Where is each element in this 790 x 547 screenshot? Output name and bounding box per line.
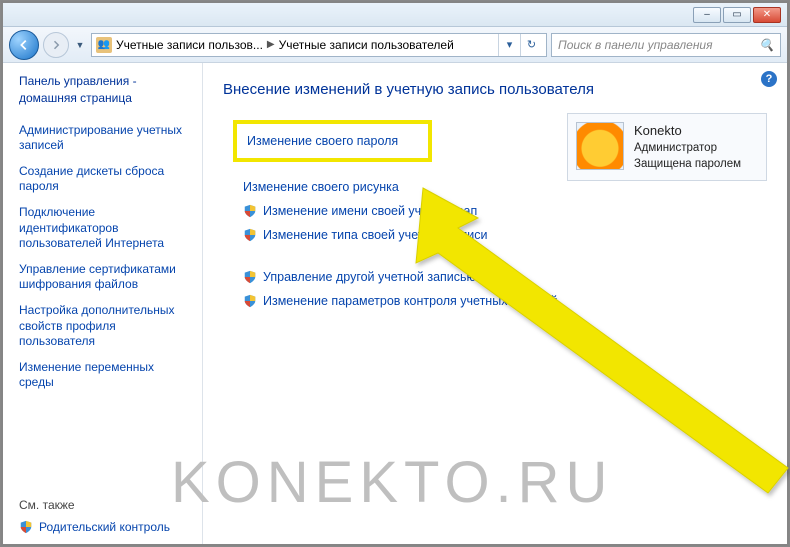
uac-settings-link[interactable]: Изменение параметров контроля учетных за… (243, 294, 767, 308)
navigation-bar: ▼ 👥 Учетные записи пользов... ▶ Учетные … (3, 27, 787, 63)
arrow-right-icon (50, 39, 62, 51)
sidebar-link[interactable]: Настройка дополнительных свойств профиля… (19, 303, 190, 350)
minimize-button[interactable]: – (693, 7, 721, 23)
control-panel-home-link[interactable]: Панель управления - домашняя страница (19, 73, 190, 107)
close-button[interactable]: ✕ (753, 7, 781, 23)
arrow-left-icon (17, 38, 31, 52)
user-account-card: Konekto Администратор Защищена паролем (567, 113, 767, 181)
parental-control-link[interactable]: Родительский контроль (19, 520, 190, 534)
sidebar-link[interactable]: Администрирование учетных записей (19, 123, 190, 154)
window-titlebar: – ▭ ✕ (3, 3, 787, 27)
sidebar-link[interactable]: Подключение идентификаторов пользователе… (19, 205, 190, 252)
breadcrumb-item[interactable]: Учетные записи пользователей (279, 38, 454, 52)
sidebar-link[interactable]: Создание дискеты сброса пароля (19, 164, 190, 195)
shield-icon (243, 228, 257, 242)
shield-icon (243, 294, 257, 308)
address-dropdown[interactable]: ▾ (498, 34, 520, 56)
nav-history-dropdown[interactable]: ▼ (73, 40, 87, 50)
sidebar-link[interactable]: Изменение переменных среды (19, 360, 190, 391)
users-icon: 👥 (96, 37, 112, 53)
change-picture-link[interactable]: Изменение своего рисунка (243, 180, 767, 194)
search-placeholder: Поиск в панели управления (558, 38, 713, 52)
forward-button[interactable] (43, 32, 69, 58)
help-icon[interactable]: ? (761, 71, 777, 87)
sidebar: Панель управления - домашняя страница Ад… (3, 63, 203, 544)
shield-icon (243, 270, 257, 284)
chevron-right-icon: ▶ (267, 39, 275, 50)
refresh-button[interactable]: ↻ (520, 34, 542, 56)
page-title: Внесение изменений в учетную запись поль… (223, 81, 767, 98)
main-content: ? Внесение изменений в учетную запись по… (203, 63, 787, 544)
search-input[interactable]: Поиск в панели управления 🔍 (551, 33, 781, 57)
change-password-link[interactable]: Изменение своего пароля (233, 120, 432, 162)
change-name-link[interactable]: Изменение имени своей учетной зап (243, 204, 767, 218)
address-bar[interactable]: 👥 Учетные записи пользов... ▶ Учетные за… (91, 33, 547, 57)
manage-other-link[interactable]: Управление другой учетной записью (243, 270, 767, 284)
search-icon: 🔍 (759, 38, 774, 52)
shield-icon (243, 204, 257, 218)
back-button[interactable] (9, 30, 39, 60)
avatar (576, 122, 624, 170)
sidebar-link[interactable]: Управление сертификатами шифрования файл… (19, 262, 190, 293)
see-also-heading: См. также (19, 498, 190, 512)
user-status: Защищена паролем (634, 156, 741, 172)
breadcrumb-item[interactable]: Учетные записи пользов... (116, 38, 263, 52)
user-name: Konekto (634, 122, 741, 140)
user-role: Администратор (634, 140, 741, 156)
change-type-link[interactable]: Изменение типа своей учетной записи (243, 228, 767, 242)
shield-icon (19, 520, 33, 534)
maximize-button[interactable]: ▭ (723, 7, 751, 23)
